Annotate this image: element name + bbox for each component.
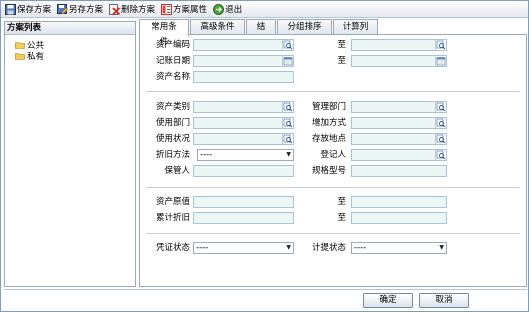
tab-results[interactable]: 结果 — [246, 19, 276, 47]
section-divider — [146, 91, 520, 92]
location-label: 存放地点 — [311, 134, 346, 144]
save-icon — [5, 3, 16, 15]
asset-code-to-label: 至 — [337, 40, 346, 50]
original-value-label: 资产原值 — [155, 197, 190, 207]
custodian-field[interactable] — [193, 165, 294, 177]
lookup-icon[interactable] — [435, 102, 446, 112]
save-scheme-button[interactable]: 保存方案 — [3, 2, 53, 17]
calendar-icon[interactable] — [435, 56, 446, 66]
entry-date-to-field[interactable] — [351, 55, 447, 67]
lookup-icon[interactable] — [282, 134, 293, 144]
tab-common-conditions[interactable]: 常用条件 — [139, 19, 189, 47]
footer-divider — [4, 289, 527, 290]
asset-category-label: 资产类别 — [155, 102, 190, 112]
accum-depr-from-field[interactable] — [193, 212, 294, 224]
scheme-properties-button[interactable]: 方案属性 — [159, 2, 209, 17]
add-method-label: 增加方式 — [311, 118, 346, 128]
entry-date-label: 记账日期 — [155, 56, 190, 66]
save-as-icon — [57, 3, 68, 14]
voucher-status-label: 凭证状态 — [155, 243, 190, 253]
custodian-label: 保管人 — [164, 166, 190, 176]
scheme-properties-label: 方案属性 — [173, 5, 208, 15]
save-scheme-label: 保存方案 — [17, 5, 52, 15]
section-divider — [146, 233, 520, 234]
properties-icon — [161, 3, 173, 15]
scheme-list-title: 方案列表 — [5, 22, 135, 35]
accum-depr-to-field[interactable] — [351, 212, 447, 224]
original-value-from-field[interactable] — [193, 196, 294, 208]
registrar-label: 登记人 — [320, 150, 346, 160]
delete-icon — [109, 3, 121, 15]
original-value-to-field[interactable] — [351, 196, 447, 208]
condition-tabs: 常用条件 高级条件 结果 分组排序 计算列 — [139, 19, 379, 47]
lookup-icon[interactable] — [282, 102, 293, 112]
exit-button[interactable]: 退出 — [211, 2, 244, 17]
use-status-field[interactable] — [193, 133, 294, 145]
voucher-status-value: ---- — [196, 243, 209, 253]
original-value-to-label: 至 — [337, 197, 346, 207]
asset-name-field[interactable] — [193, 71, 294, 83]
asset-code-to-field[interactable] — [351, 39, 447, 51]
depr-method-value: ---- — [200, 150, 213, 160]
common-conditions-panel: 资产编码 至 记账日期 至 资产名称 资产类别 管理部门 使用部门 增加方式 使… — [139, 34, 527, 287]
exit-label: 退出 — [225, 5, 243, 15]
lookup-icon[interactable] — [435, 150, 446, 160]
asset-code-from-field[interactable] — [193, 39, 294, 51]
asset-name-label: 资产名称 — [155, 72, 190, 82]
accrual-status-value: ---- — [354, 243, 367, 253]
manage-dept-field[interactable] — [351, 101, 447, 113]
cancel-button[interactable]: 取消 — [419, 293, 469, 308]
accum-depr-to-label: 至 — [337, 213, 346, 223]
tree-item-private[interactable]: 私有 — [15, 51, 45, 62]
accrual-status-select[interactable]: ---- ▼ — [351, 242, 447, 254]
lookup-icon[interactable] — [435, 118, 446, 128]
location-field[interactable] — [351, 133, 447, 145]
lookup-icon[interactable] — [435, 40, 446, 50]
tab-advanced-conditions[interactable]: 高级条件 — [190, 19, 245, 35]
spec-model-field[interactable] — [351, 165, 447, 177]
use-dept-label: 使用部门 — [155, 118, 190, 128]
chevron-down-icon: ▼ — [286, 151, 291, 158]
folder-icon — [15, 42, 25, 49]
entry-date-to-label: 至 — [337, 56, 346, 66]
accrual-status-label: 计提状态 — [311, 243, 346, 253]
add-method-field[interactable] — [351, 117, 447, 129]
use-status-label: 使用状况 — [155, 134, 190, 144]
chevron-down-icon: ▼ — [439, 244, 444, 251]
scheme-list-panel: 方案列表 公共 私有 — [4, 21, 136, 287]
depr-method-label: 折旧方法 — [155, 150, 190, 160]
save-as-scheme-label: 另存方案 — [69, 5, 104, 15]
manage-dept-label: 管理部门 — [311, 102, 346, 112]
use-dept-field[interactable] — [193, 117, 294, 129]
registrar-field[interactable] — [351, 149, 447, 161]
scheme-query-window: 保存方案 另存方案 删除方案 方案属性 退出 方案列表 公共 私有 常用条件 高… — [0, 0, 529, 312]
delete-scheme-button[interactable]: 删除方案 — [107, 2, 157, 17]
tab-group-sort[interactable]: 分组排序 — [277, 19, 332, 35]
entry-date-from-field[interactable] — [193, 55, 294, 67]
tree-item-public[interactable]: 公共 — [15, 40, 44, 51]
depr-method-select[interactable]: ---- ▼ — [197, 149, 294, 161]
tree-item-private-label: 私有 — [27, 52, 45, 62]
folder-icon — [15, 53, 25, 60]
lookup-icon[interactable] — [435, 134, 446, 144]
save-as-scheme-button[interactable]: 另存方案 — [55, 2, 105, 17]
section-divider — [146, 187, 520, 188]
chevron-down-icon: ▼ — [286, 244, 291, 251]
tab-computed-columns[interactable]: 计算列 — [333, 19, 378, 35]
lookup-icon[interactable] — [282, 40, 293, 50]
exit-icon — [213, 3, 225, 15]
delete-scheme-label: 删除方案 — [121, 5, 156, 15]
accum-depr-label: 累计折旧 — [155, 213, 190, 223]
voucher-status-select[interactable]: ---- ▼ — [193, 242, 294, 254]
asset-category-field[interactable] — [193, 101, 294, 113]
calendar-icon[interactable] — [282, 56, 293, 66]
ok-button[interactable]: 确定 — [363, 293, 413, 308]
lookup-icon[interactable] — [282, 118, 293, 128]
toolbar: 保存方案 另存方案 删除方案 方案属性 退出 — [1, 1, 528, 18]
spec-model-label: 规格型号 — [311, 166, 346, 176]
